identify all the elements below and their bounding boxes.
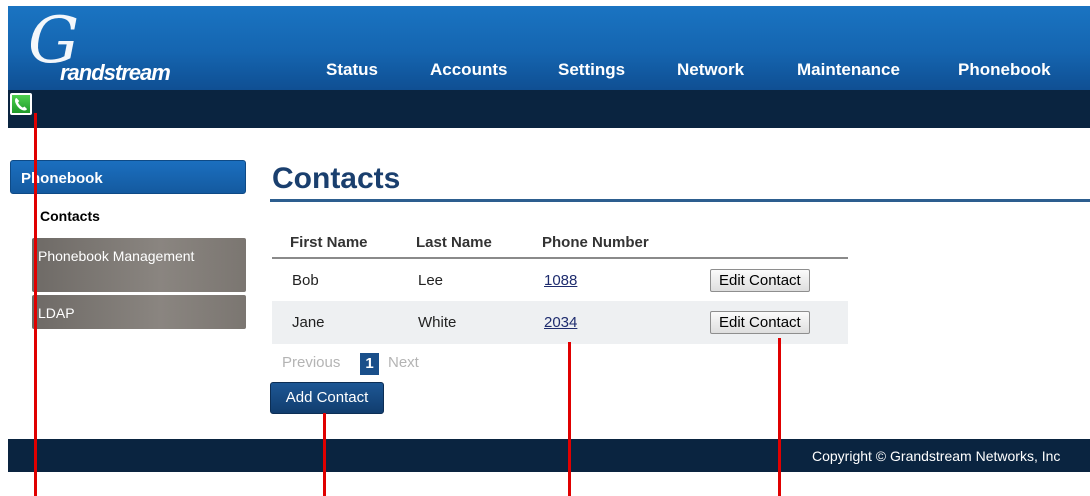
cell-last-name: Lee [418, 271, 444, 289]
logo-text: randstream [60, 60, 171, 85]
edit-contact-button[interactable]: Edit Contact [710, 268, 810, 292]
annotation-line-call-button [34, 113, 37, 496]
phone-number-link[interactable]: 2034 [544, 314, 577, 331]
phone-handset-icon[interactable] [10, 93, 32, 115]
nav-status[interactable]: Status [326, 60, 378, 80]
sidebar-header-phonebook[interactable]: Phonebook [10, 160, 246, 194]
phone-number-link[interactable]: 1088 [544, 272, 577, 289]
add-contact-button[interactable]: Add Contact [270, 382, 384, 414]
contacts-table: First Name Last Name Phone Number Bob Le… [272, 228, 848, 344]
cell-last-name: White [398, 301, 524, 344]
table-header-row: First Name Last Name Phone Number [272, 228, 848, 259]
cell-action: Edit Contact [690, 258, 848, 301]
annotation-line-edit-contact [778, 338, 781, 496]
nav-maintenance[interactable]: Maintenance [797, 60, 900, 80]
column-header-first-name: First Name [272, 228, 398, 259]
annotation-line-phone-number [568, 342, 571, 496]
column-header-actions [690, 228, 848, 259]
nav-phonebook[interactable]: Phonebook [958, 60, 1051, 80]
grandstream-logo[interactable]: G randstream [26, 6, 171, 88]
column-header-last-name: Last Name [398, 228, 524, 259]
cell-first-name: Jane [272, 301, 398, 344]
edit-contact-button[interactable]: Edit Contact [710, 311, 810, 334]
copyright-text: Copyright © Grandstream Networks, Inc [812, 448, 1061, 464]
annotation-line-add-contact [323, 413, 326, 496]
pager-current-page[interactable]: 1 [360, 353, 379, 375]
top-header: G randstream Status Accounts Settings Ne… [8, 6, 1090, 90]
nav-settings[interactable]: Settings [558, 60, 625, 80]
nav-network[interactable]: Network [677, 60, 744, 80]
cell-action: Edit Contact [690, 301, 848, 344]
status-strip [8, 90, 1090, 128]
sidebar-item-contacts[interactable]: Contacts [40, 208, 100, 224]
pager-next[interactable]: Next [388, 354, 419, 371]
column-header-phone-number: Phone Number [524, 228, 690, 259]
table-row: Bob Lee 1088 Edit Contact [272, 258, 848, 301]
title-divider [270, 199, 1090, 202]
sidebar-item-ldap[interactable]: LDAP [32, 295, 246, 329]
pager-previous[interactable]: Previous [282, 354, 340, 371]
page-title: Contacts [272, 162, 401, 195]
cell-phone-number: 1088 [524, 258, 690, 301]
nav-accounts[interactable]: Accounts [430, 60, 507, 80]
footer-bar: Copyright © Grandstream Networks, Inc [8, 439, 1090, 472]
cell-phone-number: 2034 [524, 301, 690, 344]
sidebar-item-phonebook-management[interactable]: Phonebook Management [32, 238, 246, 292]
cell-first-name: Bob [292, 271, 319, 289]
table-row: Jane White 2034 Edit Contact [272, 301, 848, 344]
